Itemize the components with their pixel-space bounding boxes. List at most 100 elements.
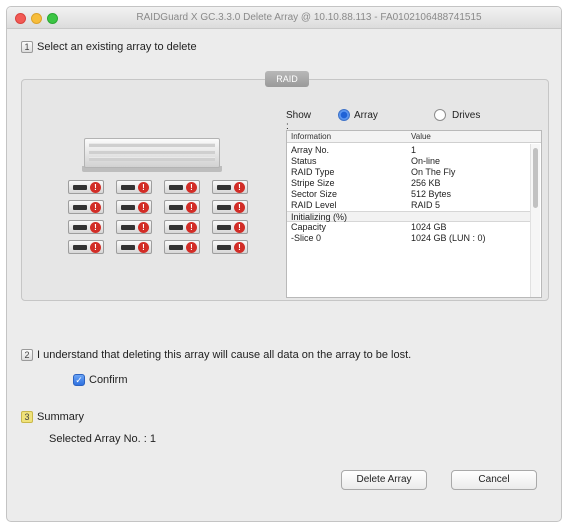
step-3-header: 3 Summary [21,411,85,424]
error-icon: ! [186,222,197,233]
disk-drive-icon[interactable]: ! [164,240,200,254]
selected-array-summary: Selected Array No. : 1 [49,433,156,445]
error-icon: ! [90,222,101,233]
table-cell-information: RAID Type [291,167,335,177]
summary-title: Summary [37,411,85,424]
table-cell-information: Stripe Size [291,178,335,188]
drive-bay [121,225,135,230]
raid-group-tab: RAID [265,71,309,87]
table-cell-information: Initializing (%) [291,212,348,222]
table-cell-information: RAID Level [291,200,337,210]
table-cell-value: 256 KB [411,178,441,188]
storage-chassis-image [84,138,220,168]
error-icon: ! [138,182,149,193]
table-row[interactable]: Array No. 1 [287,145,531,156]
error-icon: ! [90,202,101,213]
array-info-table[interactable]: Information Value Array No. 1 Status On-lin… [286,130,542,298]
table-row[interactable]: RAID Level RAID 5 [287,200,531,211]
error-icon: ! [234,242,245,253]
show-label: Show : [286,110,312,132]
radio-drives-label[interactable]: Drives [452,110,480,121]
error-icon: ! [90,182,101,193]
chassis-slot-row [89,157,215,161]
table-cell-information: Status [291,156,317,166]
step-2-badge: 2 [21,349,33,362]
drive-bay [73,225,87,230]
disk-drive-icon[interactable]: ! [116,180,152,194]
table-row[interactable]: -Slice 0 1024 GB (LUN : 0) [287,233,531,244]
drive-bay [121,185,135,190]
step-1-text: Select an existing array to delete [37,41,197,54]
drive-bay [217,245,231,250]
radio-drives[interactable] [434,109,446,121]
disk-drive-icon[interactable]: ! [116,240,152,254]
table-row[interactable]: Capacity 1024 GB [287,222,531,233]
drive-bay [73,205,87,210]
table-cell-value: 512 Bytes [411,189,452,199]
disk-drive-icon[interactable]: ! [212,180,248,194]
disk-drive-icon[interactable]: ! [68,240,104,254]
table-row[interactable]: Status On-line [287,156,531,167]
minimize-window-button[interactable] [31,13,42,24]
error-icon: ! [234,202,245,213]
drive-bay [169,205,183,210]
column-header-value: Value [411,132,431,141]
table-cell-value: 1 [411,145,417,155]
step-2-text: I understand that deleting this array wi… [37,349,412,362]
table-cell-value: On-line [411,156,441,166]
step-1-header: 1 Select an existing array to delete [21,41,197,54]
close-window-button[interactable] [15,13,26,24]
table-cell-value: 1024 GB [411,222,447,232]
table-cell-information: Array No. [291,145,330,155]
column-header-information: Information [291,132,332,141]
table-header: Information Value [287,131,541,143]
chassis-slot-row [89,143,215,147]
scrollbar-thumb[interactable] [533,148,538,208]
disk-drive-icon[interactable]: ! [212,240,248,254]
drive-bay [169,245,183,250]
error-icon: ! [138,202,149,213]
table-row[interactable]: RAID Type On The Fly [287,167,531,178]
confirm-row[interactable]: ✓ Confirm [73,374,128,387]
zoom-window-button[interactable] [47,13,58,24]
table-scrollbar[interactable] [530,144,540,297]
drive-bay [169,185,183,190]
step-3-badge: 3 [21,411,33,424]
disk-drive-icon[interactable]: ! [116,220,152,234]
disk-drive-icon[interactable]: ! [164,220,200,234]
disk-drive-icon[interactable]: ! [68,200,104,214]
radio-array[interactable] [338,109,350,121]
disk-drive-icon[interactable]: ! [212,200,248,214]
error-icon: ! [138,222,149,233]
disk-drive-icon[interactable]: ! [68,180,104,194]
disk-drive-icon[interactable]: ! [116,200,152,214]
raid-group-box: !!!!!!!!!!!!!!!! Show : Array Drives Inf… [21,79,549,301]
delete-array-button[interactable]: Delete Array [341,470,427,490]
table-row[interactable]: Sector Size 512 Bytes [287,189,531,200]
disk-drive-icon[interactable]: ! [164,180,200,194]
disk-drive-icon[interactable]: ! [68,220,104,234]
delete-array-window: RAIDGuard X GC.3.3.0 Delete Array @ 10.1… [6,6,562,522]
cancel-button[interactable]: Cancel [451,470,537,490]
disk-drive-icon[interactable]: ! [164,200,200,214]
error-icon: ! [186,182,197,193]
confirm-label[interactable]: Confirm [89,374,128,386]
error-icon: ! [234,182,245,193]
table-cell-information: Capacity [291,222,327,232]
table-cell-value: 1024 GB (LUN : 0) [411,233,486,243]
confirm-checkbox[interactable]: ✓ [73,374,85,387]
chassis-slot-row [89,150,215,154]
error-icon: ! [138,242,149,253]
table-cell-information: Sector Size [291,189,338,199]
table-cell-value: On The Fly [411,167,456,177]
table-row[interactable]: Stripe Size 256 KB [287,178,531,189]
table-cell-information: -Slice 0 [291,233,322,243]
step-1-badge: 1 [21,41,33,54]
drive-bay [217,225,231,230]
error-icon: ! [234,222,245,233]
drive-bay [73,245,87,250]
disk-drive-icon[interactable]: ! [212,220,248,234]
radio-array-label[interactable]: Array [354,110,378,121]
table-row[interactable]: Initializing (%) [287,211,531,222]
window-title: RAIDGuard X GC.3.3.0 Delete Array @ 10.1… [136,12,482,23]
